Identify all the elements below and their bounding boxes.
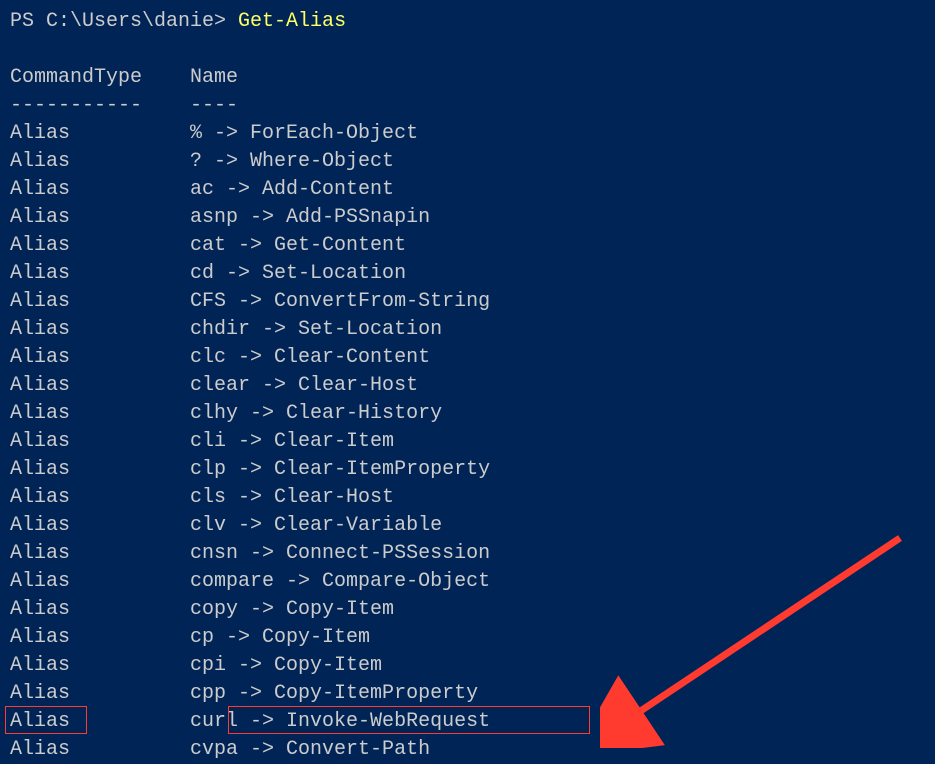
- output-row: Alias cpi -> Copy-Item: [10, 652, 925, 680]
- output-rows: Alias % -> ForEach-ObjectAlias ? -> Wher…: [10, 120, 925, 764]
- output-row: Alias copy -> Copy-Item: [10, 596, 925, 624]
- output-row: Alias clp -> Clear-ItemProperty: [10, 456, 925, 484]
- table-header: CommandType Name: [10, 64, 925, 92]
- output-row: Alias ac -> Add-Content: [10, 176, 925, 204]
- output-row: Alias cp -> Copy-Item: [10, 624, 925, 652]
- output-row: Alias cat -> Get-Content: [10, 232, 925, 260]
- output-row: Alias clc -> Clear-Content: [10, 344, 925, 372]
- output-row: Alias CFS -> ConvertFrom-String: [10, 288, 925, 316]
- output-row: Alias clv -> Clear-Variable: [10, 512, 925, 540]
- output-row: Alias cli -> Clear-Item: [10, 428, 925, 456]
- output-row: Alias chdir -> Set-Location: [10, 316, 925, 344]
- output-row: Alias ? -> Where-Object: [10, 148, 925, 176]
- output-row: Alias cpp -> Copy-ItemProperty: [10, 680, 925, 708]
- prompt-text: PS C:\Users\danie>: [10, 10, 238, 33]
- output-row: Alias clear -> Clear-Host: [10, 372, 925, 400]
- output-row: Alias compare -> Compare-Object: [10, 568, 925, 596]
- table-header-underline: ----------- ----: [10, 92, 925, 120]
- output-row: Alias clhy -> Clear-History: [10, 400, 925, 428]
- output-row: Alias cls -> Clear-Host: [10, 484, 925, 512]
- output-row: Alias curl -> Invoke-WebRequest: [10, 708, 925, 736]
- output-row: Alias asnp -> Add-PSSnapin: [10, 204, 925, 232]
- prompt-line[interactable]: PS C:\Users\danie> Get-Alias: [10, 8, 925, 36]
- output-row: Alias cd -> Set-Location: [10, 260, 925, 288]
- output-row: Alias cnsn -> Connect-PSSession: [10, 540, 925, 568]
- output-row: Alias cvpa -> Convert-Path: [10, 736, 925, 764]
- output-row: Alias % -> ForEach-Object: [10, 120, 925, 148]
- command-text: Get-Alias: [238, 10, 346, 33]
